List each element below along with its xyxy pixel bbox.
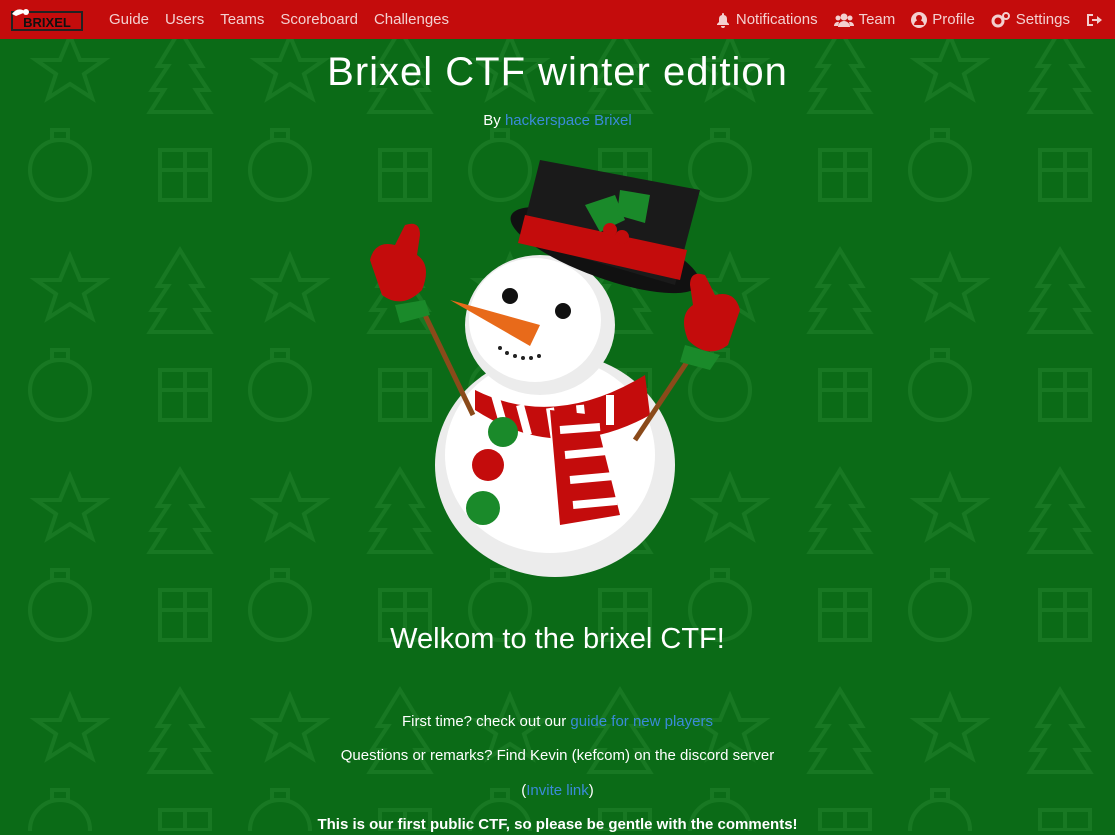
nav-notifications[interactable]: Notifications [715, 11, 818, 28]
nav-profile[interactable]: Profile [911, 11, 975, 28]
nav-team-label: Team [858, 11, 896, 28]
nav-right-links: Notifications Team Profile Settings [699, 0, 1107, 39]
first-time-text: First time? check out our [402, 713, 567, 730]
nav-team[interactable]: Team [833, 11, 896, 28]
guide-link[interactable]: guide for new players [570, 713, 713, 730]
first-time-line: First time? check out our guide for new … [0, 712, 1115, 732]
nav-profile-label: Profile [932, 11, 975, 28]
invite-line: (Invite link) [0, 781, 1115, 801]
notice-text: This is our first public CTF, so please … [317, 816, 798, 833]
byline-prefix: By [483, 112, 501, 129]
cogs-icon [991, 11, 1010, 27]
byline: By hackerspace Brixel [0, 112, 1115, 132]
nav-challenges[interactable]: Challenges [374, 11, 449, 28]
welcome-heading: Welkom to the brixel CTF! [390, 623, 725, 655]
main-content: Brixel CTF winter edition By hackerspace… [0, 39, 1115, 132]
bell-icon [716, 12, 729, 28]
sign-out-icon [1087, 13, 1102, 26]
nav-users[interactable]: Users [165, 11, 204, 28]
brixel-logo[interactable]: BRIXEL [8, 6, 84, 34]
nav-settings[interactable]: Settings [991, 11, 1070, 28]
questions-line: Questions or remarks? Find Kevin (kefcom… [340, 747, 775, 764]
invite-link[interactable]: Invite link [526, 782, 589, 799]
nav-teams[interactable]: Teams [220, 11, 264, 28]
nav-guide[interactable]: Guide [109, 11, 149, 28]
nav-notifications-label: Notifications [735, 11, 818, 28]
invite-close-paren: ) [588, 782, 594, 799]
hackerspace-link[interactable]: hackerspace Brixel [505, 112, 632, 129]
users-icon [833, 13, 854, 27]
snowman-illustration [370, 160, 740, 577]
top-navbar: BRIXEL Guide Users Teams Scoreboard Chal… [0, 0, 1115, 39]
user-circle-icon [911, 11, 928, 28]
nav-settings-label: Settings [1015, 11, 1070, 28]
logo-text: BRIXEL [23, 15, 71, 30]
nav-logout[interactable] [1086, 12, 1107, 28]
page-title: Brixel CTF winter edition [327, 50, 788, 94]
nav-scoreboard[interactable]: Scoreboard [280, 11, 358, 28]
nav-left-links: Guide Users Teams Scoreboard Challenges [101, 0, 457, 39]
